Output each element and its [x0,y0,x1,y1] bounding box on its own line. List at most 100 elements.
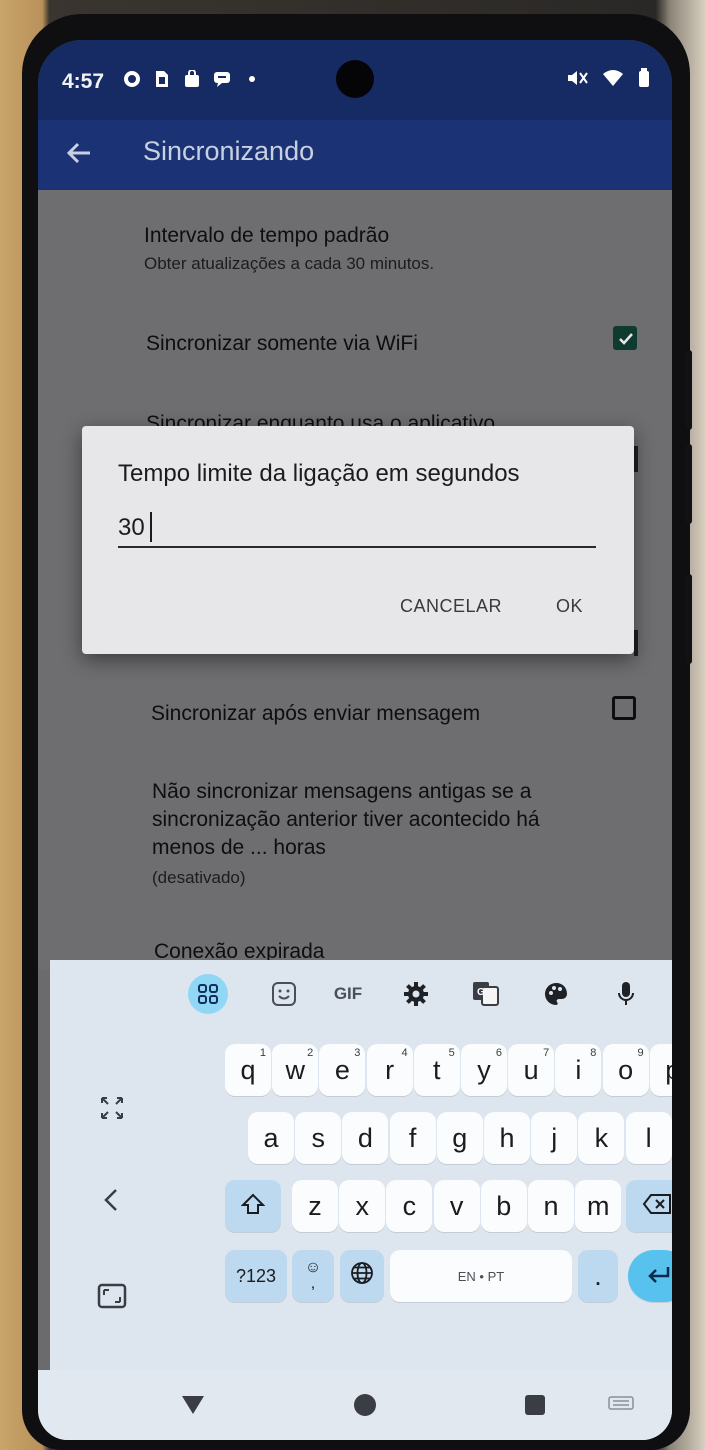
enter-icon [646,1261,672,1292]
key-n[interactable]: n [528,1180,574,1232]
key-b[interactable]: b [480,1180,527,1232]
side-button [686,444,692,524]
key-label: y [477,1054,491,1085]
dialog-title: Tempo limite da ligação em segundos [118,460,520,487]
mic-icon[interactable] [606,974,646,1014]
home-circle-icon[interactable] [352,1392,378,1423]
emoji-comma-key[interactable]: ☺ , [292,1250,334,1302]
key-label: s [311,1122,325,1153]
chevron-left-icon[interactable] [88,1176,136,1224]
key-label: e [334,1054,350,1085]
key-k[interactable]: k [578,1112,625,1164]
status-icons-right [566,68,650,93]
key-v[interactable]: v [433,1180,480,1232]
key-hint: 8 [590,1047,597,1059]
side-button [686,350,692,430]
setting-title: Intervalo de tempo padrão [144,224,390,247]
backspace-key[interactable] [626,1180,672,1232]
arrow-left-icon[interactable] [62,136,96,170]
key-label: m [586,1190,610,1221]
key-r[interactable]: r4 [366,1044,413,1096]
expand-icon[interactable] [88,1084,136,1132]
key-label: n [543,1190,559,1221]
key-l[interactable]: l [625,1112,672,1164]
symbols-key[interactable]: ?123 [225,1250,287,1302]
key-label: l [645,1122,652,1153]
key-o[interactable]: o9 [602,1044,649,1096]
translate-icon[interactable]: G [466,974,506,1014]
key-hint: 6 [495,1047,502,1059]
key-hint: 2 [307,1047,314,1059]
gif-button[interactable]: GIF [328,974,368,1014]
key-m[interactable]: m [575,1180,622,1232]
page-title: Sincronizando [143,136,315,166]
setting-title-line: sincronização anterior tiver acontecido … [152,808,540,831]
wifi-icon [602,69,624,92]
dot-icon [242,69,262,89]
period-key[interactable]: . [578,1250,618,1302]
key-i[interactable]: i8 [555,1044,602,1096]
key-label: h [499,1122,515,1153]
key-q[interactable]: q1 [225,1044,271,1096]
status-icons-left [122,69,262,89]
key-hint: 1 [259,1047,266,1059]
key-y[interactable]: y6 [461,1044,507,1096]
key-z[interactable]: z [292,1180,338,1232]
recents-square-icon[interactable] [524,1394,546,1421]
key-label: q [240,1054,256,1085]
key-label: u [523,1054,539,1085]
checkbox-edge [634,630,638,656]
ok-button[interactable]: OK [556,596,583,617]
key-label: z [308,1190,322,1221]
circle-face-icon [122,69,142,89]
language-key[interactable] [340,1250,384,1302]
resize-icon[interactable] [88,1272,136,1320]
key-t[interactable]: t5 [413,1044,460,1096]
enter-key[interactable] [628,1250,672,1302]
shift-icon [240,1191,266,1222]
key-c[interactable]: c [386,1180,433,1232]
front-camera [336,60,374,98]
key-hint: 9 [637,1047,644,1059]
sync-after-send-checkbox[interactable] [612,696,636,720]
key-label: d [357,1122,373,1153]
sticker-icon[interactable] [264,974,304,1014]
key-w[interactable]: w2 [272,1044,319,1096]
key-f[interactable]: f [389,1112,436,1164]
setting-title: Sincronizar após enviar mensagem [151,702,481,725]
backspace-icon [642,1191,672,1222]
keyboard-hide-icon[interactable] [608,1396,634,1419]
apps-grid-icon[interactable] [188,974,228,1014]
key-g[interactable]: g [436,1112,483,1164]
back-triangle-icon[interactable] [180,1394,206,1421]
key-x[interactable]: x [339,1180,386,1232]
timeout-input[interactable] [118,510,596,548]
palette-icon[interactable] [536,974,576,1014]
key-label: v [449,1190,464,1221]
key-d[interactable]: d [342,1112,389,1164]
key-h[interactable]: h [484,1112,530,1164]
globe-icon [350,1261,374,1292]
key-hint: 7 [543,1047,550,1059]
cancel-button[interactable]: CANCELAR [400,596,502,617]
key-j[interactable]: j [531,1112,578,1164]
key-s[interactable]: s [295,1112,342,1164]
key-label: w [285,1054,305,1085]
space-key[interactable]: EN • PT [390,1250,572,1302]
key-label: o [618,1054,634,1085]
gear-icon[interactable] [396,974,436,1014]
key-e[interactable]: e3 [319,1044,366,1096]
setting-subtitle: Obter atualizações a cada 30 minutos. [144,254,435,273]
checkbox-edge [634,446,638,472]
key-p[interactable]: p0 [649,1044,672,1096]
side-button [686,574,692,664]
key-label: x [355,1190,369,1221]
wifi-only-checkbox[interactable] [613,326,637,350]
app-bar: Sincronizando [38,120,672,190]
shift-key[interactable] [225,1180,281,1232]
timeout-dialog: Tempo limite da ligação em segundos CANC… [82,426,634,654]
screen: 4:57 Sincronizando Intervalo de tempo pa… [38,40,672,1440]
key-label: c [402,1190,417,1221]
key-a[interactable]: a [248,1112,294,1164]
key-u[interactable]: u7 [508,1044,555,1096]
